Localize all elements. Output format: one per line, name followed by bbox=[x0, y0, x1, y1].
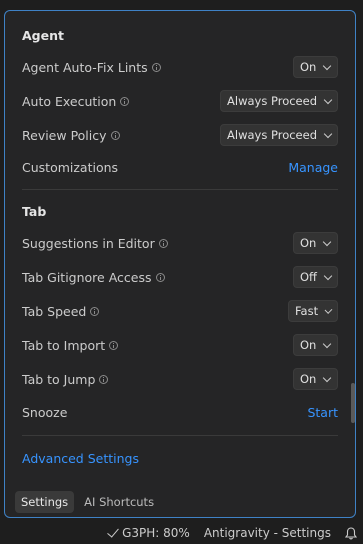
suggestions-in-editor-row: Suggestions in Editor On bbox=[22, 231, 338, 255]
info-icon[interactable] bbox=[120, 96, 130, 106]
review-policy-select[interactable]: Always Proceed bbox=[220, 124, 338, 146]
g3ph-text: G3PH: 80% bbox=[122, 526, 190, 540]
chevron-down-icon bbox=[324, 305, 333, 314]
select-value: On bbox=[300, 338, 317, 352]
select-value: Always Proceed bbox=[227, 128, 317, 142]
tab-to-import-row: Tab to Import On bbox=[22, 333, 338, 357]
chevron-down-icon bbox=[323, 271, 333, 280]
review-policy-label: Review Policy bbox=[22, 127, 107, 143]
customizations-label: Customizations bbox=[22, 159, 119, 175]
info-icon[interactable] bbox=[90, 306, 100, 316]
manage-link[interactable]: Manage bbox=[288, 160, 338, 175]
auto-execution-row: Auto Execution Always Proceed bbox=[22, 89, 338, 113]
divider bbox=[22, 189, 338, 190]
agent-auto-fix-lints-select[interactable]: On bbox=[293, 56, 338, 78]
app-status[interactable]: Antigravity - Settings bbox=[204, 526, 331, 540]
tab-to-import-select[interactable]: On bbox=[293, 334, 338, 356]
tab-to-jump-row: Tab to Jump On bbox=[22, 367, 338, 391]
tab-ai-shortcuts[interactable]: AI Shortcuts bbox=[78, 491, 160, 513]
suggestions-in-editor-select[interactable]: On bbox=[293, 232, 338, 254]
agent-auto-fix-lints-label: Agent Auto-Fix Lints bbox=[22, 59, 148, 75]
advanced-settings-link[interactable]: Advanced Settings bbox=[22, 451, 139, 466]
info-icon[interactable] bbox=[110, 130, 120, 140]
customizations-row: Customizations Manage bbox=[22, 155, 338, 179]
tab-gitignore-access-select[interactable]: Off bbox=[293, 266, 338, 288]
auto-execution-label: Auto Execution bbox=[22, 93, 117, 109]
divider bbox=[22, 435, 338, 436]
tab-speed-label: Tab Speed bbox=[22, 303, 87, 319]
tab-to-jump-select[interactable]: On bbox=[293, 368, 338, 390]
review-policy-row: Review Policy Always Proceed bbox=[22, 123, 338, 147]
suggestions-in-editor-label: Suggestions in Editor bbox=[22, 235, 155, 251]
select-value: Off bbox=[300, 270, 317, 284]
settings-panel: Agent Agent Auto-Fix Lints On Auto Execu… bbox=[4, 10, 356, 518]
chevron-down-icon bbox=[323, 373, 332, 382]
select-value: On bbox=[300, 60, 317, 74]
tab-speed-select[interactable]: Fast bbox=[288, 300, 338, 322]
info-icon[interactable] bbox=[158, 238, 168, 248]
bell-icon[interactable] bbox=[344, 527, 358, 540]
info-icon[interactable] bbox=[99, 374, 109, 384]
tab-gitignore-access-row: Tab Gitignore Access Off bbox=[22, 265, 338, 289]
chevron-down-icon bbox=[323, 95, 333, 104]
info-icon[interactable] bbox=[155, 272, 165, 282]
agent-auto-fix-lints-row: Agent Auto-Fix Lints On bbox=[22, 55, 338, 79]
agent-section-title: Agent bbox=[22, 28, 64, 43]
chevron-down-icon bbox=[323, 339, 332, 348]
select-value: Fast bbox=[295, 304, 319, 318]
snooze-label: Snooze bbox=[22, 404, 68, 420]
info-icon[interactable] bbox=[109, 340, 119, 350]
scrollbar-thumb[interactable] bbox=[351, 383, 355, 423]
tab-settings[interactable]: Settings bbox=[15, 491, 75, 513]
status-bar: G3PH: 80% Antigravity - Settings bbox=[0, 522, 363, 544]
snooze-row: Snooze Start bbox=[22, 400, 338, 424]
g3ph-status[interactable]: G3PH: 80% bbox=[107, 524, 190, 540]
info-icon[interactable] bbox=[151, 62, 161, 72]
select-value: On bbox=[300, 236, 317, 250]
check-icon bbox=[107, 524, 119, 538]
chevron-down-icon bbox=[323, 61, 332, 70]
tab-to-jump-label: Tab to Jump bbox=[22, 371, 96, 387]
chevron-down-icon bbox=[323, 237, 332, 246]
chevron-down-icon bbox=[323, 129, 333, 138]
bottom-tabs: Settings AI Shortcuts bbox=[15, 491, 160, 513]
auto-execution-select[interactable]: Always Proceed bbox=[220, 90, 338, 112]
tab-gitignore-access-label: Tab Gitignore Access bbox=[22, 269, 152, 285]
start-link[interactable]: Start bbox=[307, 405, 338, 420]
tab-section-title: Tab bbox=[22, 204, 47, 219]
select-value: Always Proceed bbox=[227, 94, 317, 108]
tab-speed-row: Tab Speed Fast bbox=[22, 299, 338, 323]
tab-to-import-label: Tab to Import bbox=[22, 337, 106, 353]
select-value: On bbox=[300, 372, 317, 386]
